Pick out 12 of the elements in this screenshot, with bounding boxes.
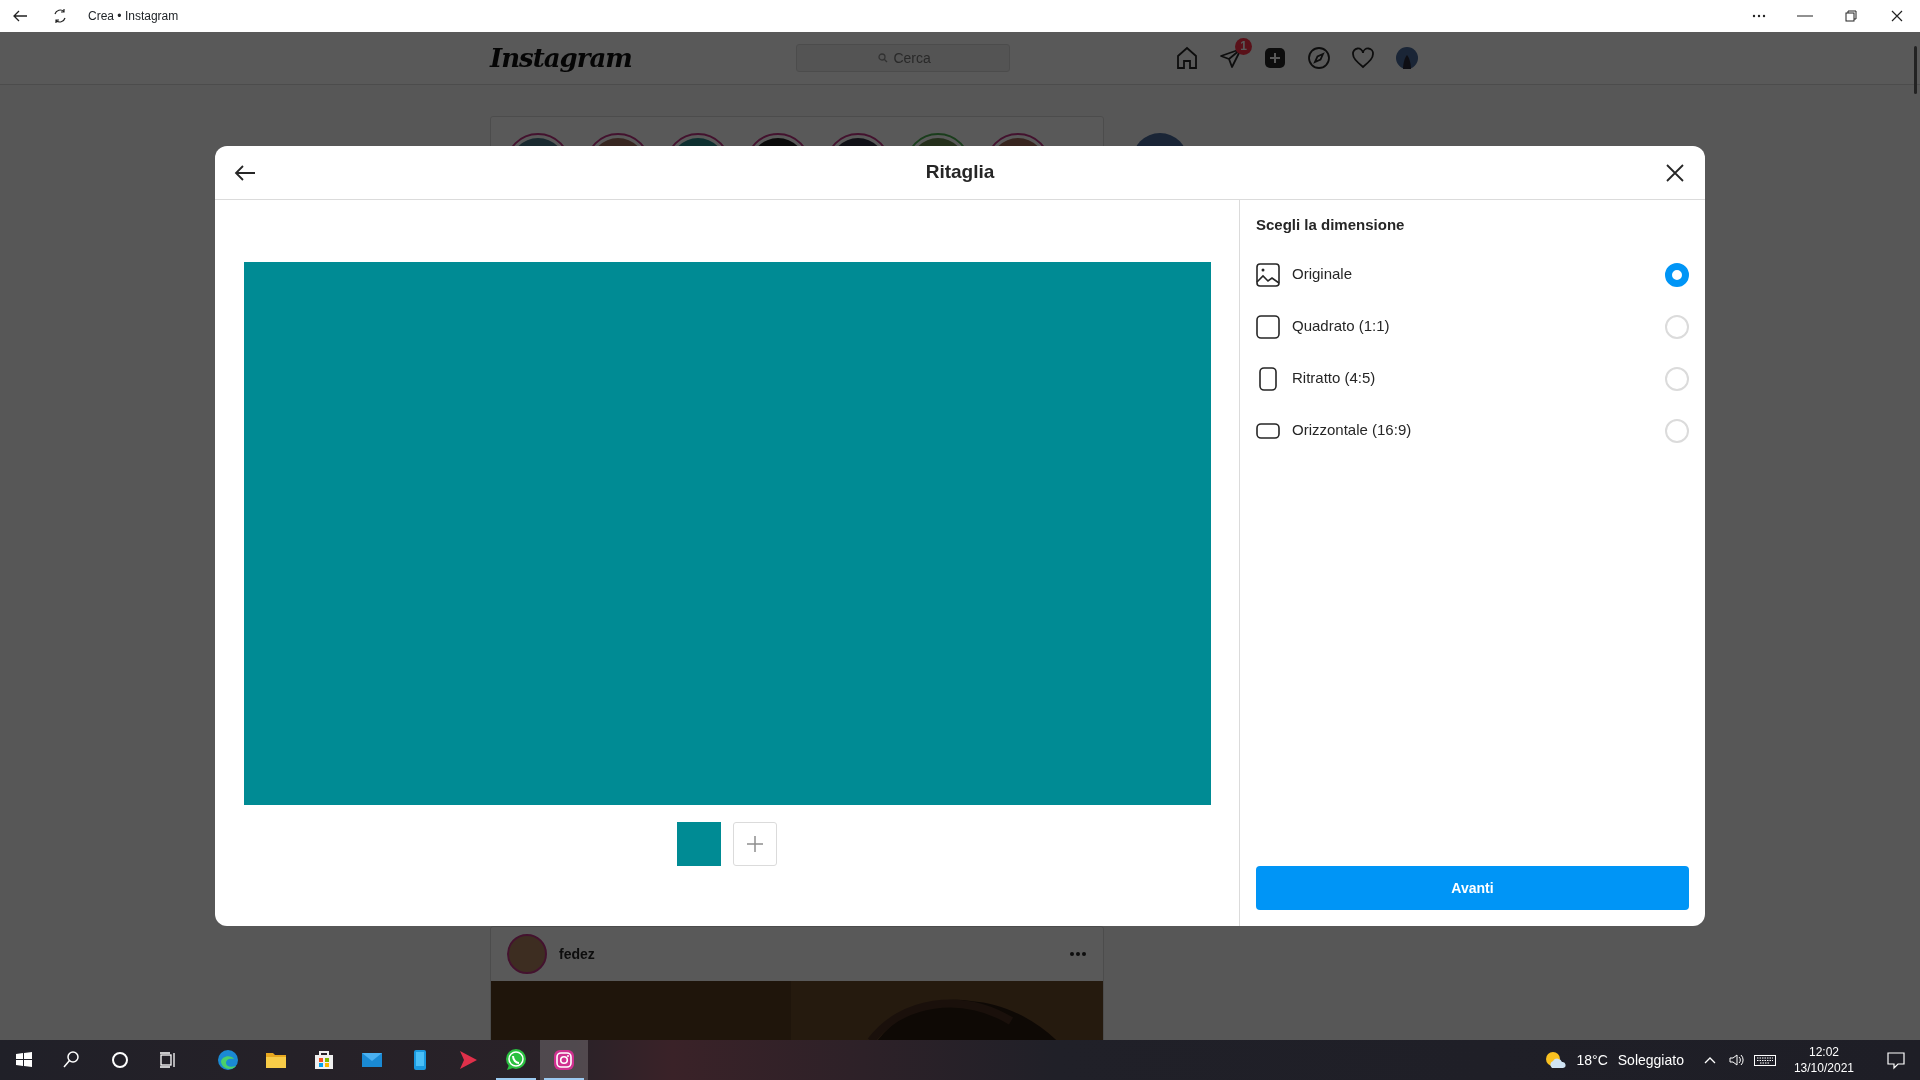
clock-time[interactable]: 12:02	[1793, 1044, 1854, 1060]
weather-condition: Soleggiato	[1617, 1050, 1684, 1070]
size-option[interactable]: Ritratto (4:5)	[1256, 352, 1689, 405]
clock-date[interactable]: 13/10/2021	[1793, 1060, 1854, 1076]
window-title: Crea • Instagram	[88, 8, 179, 25]
size-option[interactable]: Originale	[1256, 248, 1689, 301]
notification-badge: 1	[1235, 38, 1252, 55]
size-option[interactable]: Orizzontale (16:9)	[1256, 404, 1689, 457]
size-option[interactable]: Quadrato (1:1)	[1256, 300, 1689, 353]
dialog-title: Ritaglia	[925, 160, 995, 185]
section-title: Scegli la dimensione	[1256, 215, 1406, 235]
temperature: 18°C	[1576, 1050, 1608, 1070]
